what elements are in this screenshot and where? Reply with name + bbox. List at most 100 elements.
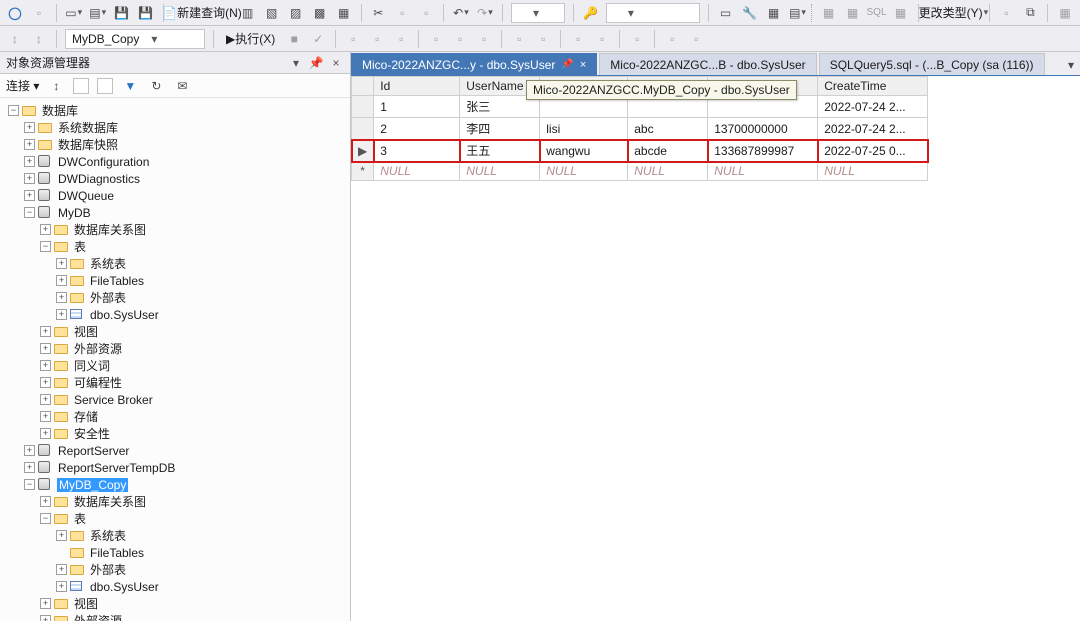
close-tab-icon[interactable]: × <box>580 59 586 71</box>
cell-account[interactable]: NULL <box>540 162 628 181</box>
tree-node-mydb-diagrams[interactable]: +数据库关系图 <box>4 221 350 238</box>
tree-node-dwq[interactable]: +DWQueue <box>4 187 350 204</box>
icon-1[interactable]: ▥ <box>239 3 257 23</box>
tree-node-reportservertemp[interactable]: +ReportServerTempDB <box>4 459 350 476</box>
ox-tool-4[interactable]: ↻ <box>147 76 165 96</box>
tree-node-mydb-security[interactable]: +安全性 <box>4 425 350 442</box>
tree-node-mydb-exttables[interactable]: +外部表 <box>4 289 350 306</box>
close-icon[interactable]: × <box>328 56 344 70</box>
cell-password[interactable]: NULL <box>628 162 708 181</box>
tree-node-mydb-prog[interactable]: +可编程性 <box>4 374 350 391</box>
tree-node-mydbc-extres[interactable]: +外部资源 <box>4 612 350 621</box>
cell-id[interactable]: 1 <box>374 96 460 118</box>
db-selector[interactable]: MyDB_Copy▾ <box>65 29 205 49</box>
cut-icon[interactable]: ✂ <box>369 3 387 23</box>
cell-phone[interactable]: 133687899987 <box>708 140 818 162</box>
save-icon[interactable]: 💾 <box>113 3 131 23</box>
tree-node-mydbc-filetables[interactable]: FileTables <box>4 544 350 561</box>
tb2-icon-2: ↕ <box>30 29 48 49</box>
connect-link[interactable]: 连接 ▾ <box>6 77 39 94</box>
change-type-button[interactable]: 更改类型(Y)▾ <box>926 3 981 23</box>
search-combo[interactable]: ▾ <box>606 3 700 23</box>
cell-phone[interactable]: 13700000000 <box>708 118 818 140</box>
cell-createtime[interactable]: NULL <box>818 162 928 181</box>
tree-node-mydb-systables[interactable]: +系统表 <box>4 255 350 272</box>
col-id[interactable]: Id <box>374 77 460 96</box>
dropdown-icon[interactable]: ▾ <box>288 56 304 70</box>
open-icon[interactable]: ▤▾ <box>89 3 107 23</box>
ox-tool-1[interactable]: ↕ <box>47 76 65 96</box>
cell-password[interactable]: abcde <box>628 140 708 162</box>
cell-account[interactable]: wangwu <box>540 140 628 162</box>
tree-node-mydbc-exttables[interactable]: +外部表 <box>4 561 350 578</box>
tree-node-reportserver[interactable]: +ReportServer <box>4 442 350 459</box>
tree-node-dbsnap[interactable]: +数据库快照 <box>4 136 350 153</box>
col-createtime[interactable]: CreateTime <box>818 77 928 96</box>
tab-1[interactable]: Mico-2022ANZGC...B - dbo.SysUser <box>599 53 816 75</box>
tree-node-mydbc-systables[interactable]: +系统表 <box>4 527 350 544</box>
tree-node-mydb[interactable]: −MyDB <box>4 204 350 221</box>
cell-id[interactable]: 2 <box>374 118 460 140</box>
object-explorer-titlebar[interactable]: 对象资源管理器 ▾ 📌 × <box>0 52 350 74</box>
pane-icon-4[interactable]: ▤▾ <box>789 3 807 23</box>
ox-tool-3[interactable] <box>97 78 113 94</box>
tail-icon-2[interactable]: ⧉ <box>1021 3 1039 23</box>
cell-account[interactable]: lisi <box>540 118 628 140</box>
tree-node-mydb-extres[interactable]: +外部资源 <box>4 340 350 357</box>
tree-node-mydb-sb[interactable]: +Service Broker <box>4 391 350 408</box>
pane-icon-2[interactable]: 🔧 <box>741 3 759 23</box>
icon-5[interactable]: ▦ <box>335 3 353 23</box>
table-row[interactable]: ▶3王五wangwuabcde1336878999872022-07-25 0.… <box>352 140 928 162</box>
pane-icon-1[interactable]: ▭ <box>717 3 735 23</box>
filter-icon[interactable]: ▼ <box>121 76 139 96</box>
tab-0[interactable]: Mico-2022ANZGC...y - dbo.SysUser 📌 × <box>351 53 597 75</box>
cell-username[interactable]: NULL <box>460 162 540 181</box>
icon-4[interactable]: ▩ <box>311 3 329 23</box>
tab-2[interactable]: SQLQuery5.sql - (...B_Copy (sa (116)) <box>819 53 1045 75</box>
tree-node-sysdb[interactable]: +系统数据库 <box>4 119 350 136</box>
ox-tool-5[interactable]: ✉ <box>173 76 191 96</box>
icon-2[interactable]: ▧ <box>263 3 281 23</box>
tree-node-databases[interactable]: −数据库 <box>4 102 350 119</box>
tree-node-mydb-tables[interactable]: −表 <box>4 238 350 255</box>
new-query-button[interactable]: 📄 新建查询(N) <box>171 3 232 23</box>
cell-createtime[interactable]: 2022-07-25 0... <box>818 140 928 162</box>
icon-3[interactable]: ▨ <box>287 3 305 23</box>
pane-icon-3[interactable]: ▦ <box>765 3 783 23</box>
cell-password[interactable]: abc <box>628 118 708 140</box>
nav-back-icon[interactable]: ◯ <box>6 3 24 23</box>
cell-createtime[interactable]: 2022-07-24 2... <box>818 96 928 118</box>
cell-phone[interactable]: NULL <box>708 162 818 181</box>
tree-node-mydb-synonyms[interactable]: +同义词 <box>4 357 350 374</box>
save-all-icon[interactable]: 💾 <box>137 3 155 23</box>
pin-icon[interactable]: 📌 <box>308 56 324 70</box>
table-row[interactable]: *NULLNULLNULLNULLNULLNULL <box>352 162 928 181</box>
new-project-icon[interactable]: ▭▾ <box>65 3 83 23</box>
cell-username[interactable]: 李四 <box>460 118 540 140</box>
cell-id[interactable]: 3 <box>374 140 460 162</box>
tree-node-mydbc-sysuser[interactable]: +dbo.SysUser <box>4 578 350 595</box>
tree-node-mydb-sysuser[interactable]: +dbo.SysUser <box>4 306 350 323</box>
tab-0-label: Mico-2022ANZGC...y - dbo.SysUser <box>362 58 555 72</box>
cell-username[interactable]: 王五 <box>460 140 540 162</box>
solution-combo[interactable]: ▾ <box>511 3 565 23</box>
undo-icon[interactable]: ↶▾ <box>452 3 470 23</box>
tree-node-dwdiag[interactable]: +DWDiagnostics <box>4 170 350 187</box>
tree-node-mydb-storage[interactable]: +存储 <box>4 408 350 425</box>
tb2-i3: ▫ <box>392 29 410 49</box>
tree-node-mydbc-views[interactable]: +视图 <box>4 595 350 612</box>
object-explorer-tree[interactable]: −数据库 +系统数据库 +数据库快照 +DWConfiguration +DWD… <box>0 98 350 621</box>
ox-tool-2[interactable] <box>73 78 89 94</box>
tree-node-mydb-views[interactable]: +视图 <box>4 323 350 340</box>
cell-createtime[interactable]: 2022-07-24 2... <box>818 118 928 140</box>
find-icon[interactable]: 🔑 <box>582 3 600 23</box>
pin-icon[interactable]: 📌 <box>561 59 573 70</box>
table-row[interactable]: 2李四lisiabc137000000002022-07-24 2... <box>352 118 928 140</box>
cell-id[interactable]: NULL <box>374 162 460 181</box>
tree-node-dwcfg[interactable]: +DWConfiguration <box>4 153 350 170</box>
tree-node-mydb-filetables[interactable]: +FileTables <box>4 272 350 289</box>
tabs-overflow-icon[interactable]: ▾ <box>1062 55 1080 75</box>
tree-node-mydbc-diagrams[interactable]: +数据库关系图 <box>4 493 350 510</box>
tree-node-mydbcopy[interactable]: −MyDB_Copy <box>4 476 350 493</box>
tree-node-mydbc-tables[interactable]: −表 <box>4 510 350 527</box>
